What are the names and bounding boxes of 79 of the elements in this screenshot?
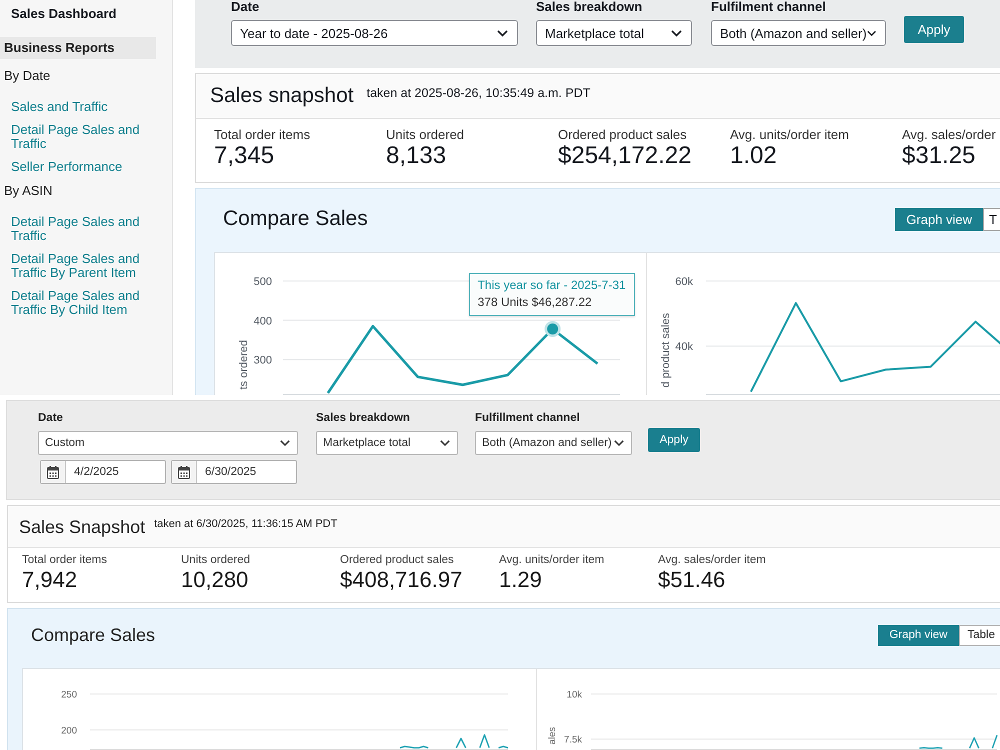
sidebar-link[interactable]: Detail Page Sales and Traffic By Parent Item [11, 252, 161, 280]
axis-tick-label: 250 [61, 690, 77, 700]
metric-value: 8,133 [386, 142, 446, 170]
chevron-down-icon [671, 30, 682, 36]
metric-label: Avg. sales/order [902, 127, 996, 142]
card-title: Sales Snapshot [19, 516, 146, 538]
sidebar-link[interactable]: Detail Page Sales and Traffic By Child Item [11, 289, 161, 317]
sidebar-title: Sales Dashboard [11, 6, 116, 22]
sidebar-link[interactable]: Seller Performance [11, 160, 122, 174]
chevron-down-icon [866, 30, 876, 36]
card-title: Sales snapshot [210, 84, 354, 108]
axis-tick-label: 10k [566, 690, 582, 700]
axis-title: ales [547, 727, 558, 744]
metric-label: Units ordered [181, 553, 250, 567]
metric-label: Total order items [22, 553, 108, 567]
axis-tick-label: 400 [254, 315, 272, 328]
axis-tick-label: 200 [61, 725, 77, 736]
metric-label: Avg. units/order item [499, 553, 604, 567]
sidebar-link[interactable]: Sales and Traffic [11, 100, 108, 114]
axis-tick-label: 40k [675, 341, 693, 354]
metric-value: $51.46 [658, 567, 726, 593]
dropdown-select[interactable]: Both (Amazon and seller) [711, 20, 886, 46]
dropdown-select[interactable]: Custom [38, 431, 298, 455]
metric-value: 1.29 [499, 567, 542, 593]
chevron-down-icon [280, 440, 290, 446]
metric-value: $408,716.97 [340, 567, 462, 593]
filter-label: Fulfilment channel [711, 0, 826, 14]
metric-value: 7,345 [214, 142, 274, 170]
metric-label: Ordered product sales [558, 127, 687, 142]
sidebar-link[interactable]: Detail Page Sales and Traffic [11, 123, 161, 151]
apply-button[interactable]: Apply [648, 428, 700, 452]
metric-label: Avg. units/order item [730, 127, 849, 142]
tooltip-title: This year so far - 2025-7-31 [478, 276, 626, 294]
date-field[interactable]: 6/30/2025 [171, 460, 297, 484]
tooltip-value: 378 Units $46,287.22 [478, 294, 593, 311]
axis-tick-label: 7.5k [564, 734, 582, 746]
metric-value: $31.25 [902, 142, 976, 170]
dropdown-select[interactable]: Year to date - 2025-08-26 [231, 20, 518, 46]
sidebar-link[interactable]: Detail Page Sales and Traffic [11, 215, 161, 243]
snapshot-timestamp: taken at 2025-08-26, 10:35:49 a.m. PDT [366, 86, 590, 100]
panel-title: Compare Sales [31, 624, 156, 646]
sidebar-section[interactable]: Business Reports [0, 37, 156, 59]
panel-title: Compare Sales [223, 206, 368, 232]
calendar-icon [178, 466, 190, 478]
view-toggle-button[interactable]: Graph view [878, 624, 958, 646]
axis-tick-label: 60k [675, 276, 693, 288]
chevron-down-icon [614, 440, 624, 446]
chevron-down-icon [440, 440, 450, 446]
metric-value: $254,172.22 [558, 142, 692, 170]
axis-title: ts ordered [238, 340, 250, 390]
metric-label: Units ordered [386, 127, 464, 142]
filter-label: Sales breakdown [316, 411, 410, 425]
dropdown-select[interactable]: Both (Amazon and seller) [475, 431, 632, 455]
apply-button[interactable]: Apply [904, 16, 964, 43]
dropdown-select[interactable]: Marketplace total [316, 431, 458, 455]
metric-label: Avg. sales/order item [658, 553, 766, 567]
metric-label: Ordered product sales [340, 553, 454, 567]
dropdown-select[interactable]: Marketplace total [536, 20, 692, 46]
date-field[interactable]: 4/2/2025 [40, 460, 166, 484]
calendar-icon [47, 466, 59, 478]
metric-label: Total order items [214, 127, 310, 142]
axis-tick-label: 500 [254, 276, 272, 288]
view-toggle-button[interactable]: T [983, 208, 1000, 230]
view-toggle-button[interactable]: Table [958, 624, 1000, 646]
sidebar-group-label: By ASIN [4, 183, 52, 199]
snapshot-timestamp: taken at 6/30/2025, 11:36:15 AM PDT [154, 518, 338, 530]
metric-value: 7,942 [22, 567, 78, 593]
highlighted-point [544, 320, 561, 337]
axis-tick-label: 300 [254, 354, 272, 367]
filter-label: Date [231, 0, 260, 14]
filter-label: Sales breakdown [536, 0, 642, 14]
chevron-down-icon [497, 30, 508, 36]
filter-label: Fulfillment channel [475, 411, 580, 425]
metric-value: 1.02 [730, 142, 777, 170]
axis-title: d product sales [660, 313, 672, 388]
sidebar-group-label: By Date [4, 68, 50, 84]
metric-value: 10,280 [181, 567, 248, 593]
view-toggle-button[interactable]: Graph view [895, 208, 984, 230]
filter-label: Date [38, 411, 63, 425]
